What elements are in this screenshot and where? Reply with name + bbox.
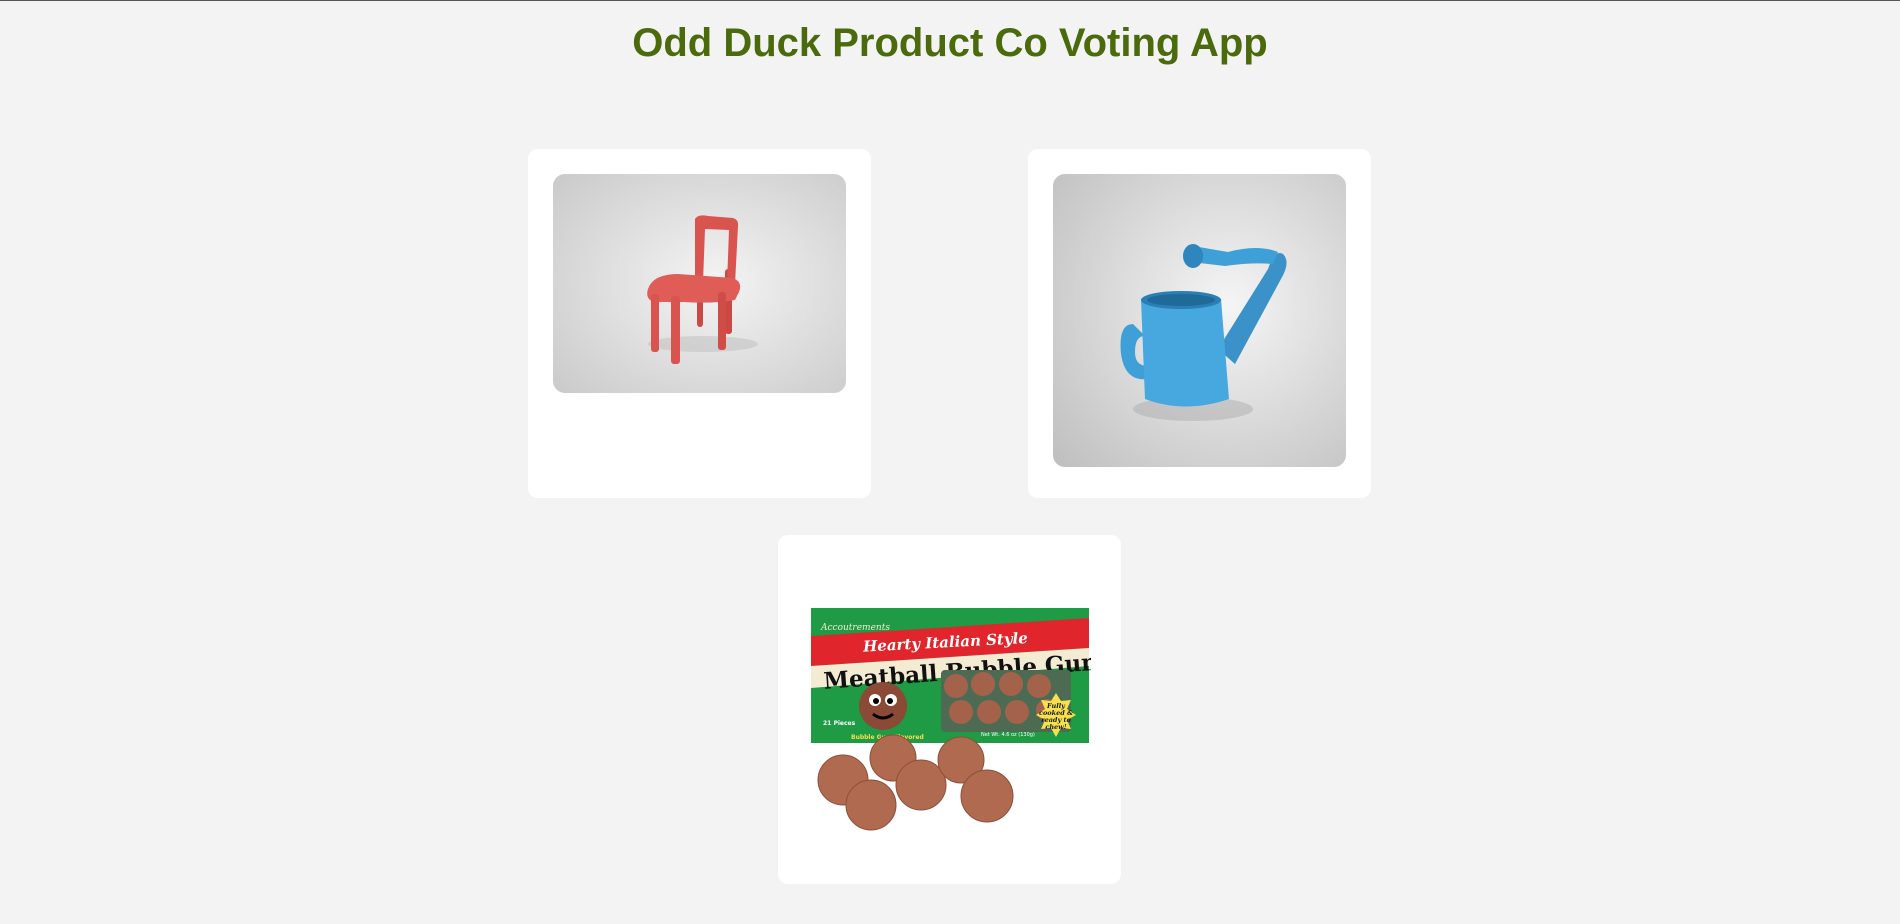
- product-card-water-can[interactable]: [1028, 149, 1371, 498]
- brand-label: Accoutrements: [820, 623, 890, 633]
- pieces-label: 21 Pieces: [823, 720, 856, 727]
- net-weight-label: Net Wt. 4.6 oz (130g): [981, 732, 1035, 738]
- watering-can-image[interactable]: [1053, 174, 1346, 467]
- chair-image[interactable]: [553, 174, 846, 393]
- product-card-bubblegum[interactable]: Accoutrements Hearty Italian Style Meatb…: [778, 535, 1121, 884]
- burst-line-4: chew!: [1045, 723, 1066, 731]
- meatball-bubble-gum-image[interactable]: Accoutrements Hearty Italian Style Meatb…: [811, 608, 1091, 833]
- product-card-chair[interactable]: [528, 149, 871, 498]
- page-title: Odd Duck Product Co Voting App: [632, 21, 1268, 65]
